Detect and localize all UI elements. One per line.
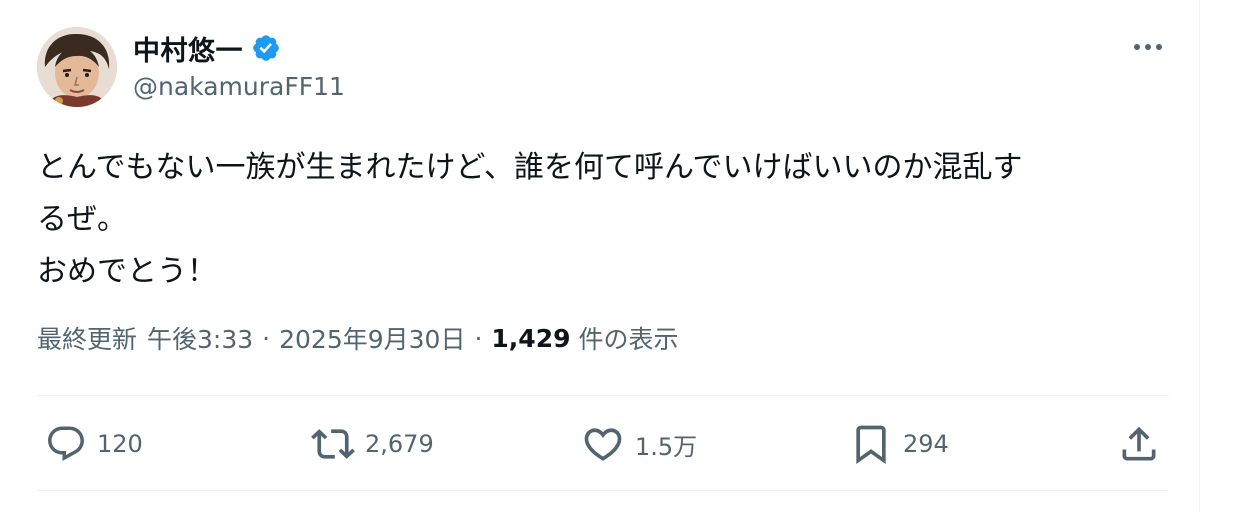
verified-badge-icon xyxy=(253,35,279,61)
retweet-count: 2,679 xyxy=(365,430,434,458)
tweet-date[interactable]: 2025年9月30日 xyxy=(279,320,465,356)
avatar[interactable] xyxy=(37,27,117,107)
views-label: 件の表示 xyxy=(578,325,679,354)
reply-count: 120 xyxy=(97,430,143,458)
display-name[interactable]: 中村悠一 xyxy=(133,29,243,68)
more-options-button[interactable] xyxy=(1130,32,1166,62)
like-count: 1.5万 xyxy=(635,432,698,461)
more-options-icon xyxy=(1134,44,1162,50)
divider xyxy=(37,490,1169,491)
updated-label: 最終更新 xyxy=(37,325,138,354)
heart-icon xyxy=(584,428,622,461)
reply-icon xyxy=(48,426,84,461)
bookmark-icon xyxy=(856,425,886,465)
action-bar: 120 2,679 1.5万 294 xyxy=(37,418,1169,470)
tweet-text: とんでもない一族が生まれたけど、誰を何て呼んでいけばいいのか混乱す るぜ。 おめ… xyxy=(37,150,1023,289)
tweet-meta: 最終更新 午後3:33 · 2025年9月30日 · 1,429 件の表示 xyxy=(37,320,679,356)
share-button[interactable] xyxy=(1117,418,1161,470)
like-button[interactable]: 1.5万 xyxy=(581,418,697,470)
divider xyxy=(37,395,1169,396)
reply-button[interactable]: 120 xyxy=(45,418,143,470)
bookmark-button[interactable]: 294 xyxy=(849,418,949,470)
meta-separator: · xyxy=(474,323,483,353)
retweet-button[interactable]: 2,679 xyxy=(311,418,434,470)
tweet-time[interactable]: 午後3:33 xyxy=(147,320,253,356)
retweet-icon xyxy=(311,429,355,459)
meta-separator: · xyxy=(262,323,271,353)
tweet-card: 中村悠一 @nakamuraFF11 とんでもない一族が生まれたけど、誰を何て呼… xyxy=(0,0,1200,512)
avatar-illustration-icon xyxy=(37,27,117,107)
bookmark-count: 294 xyxy=(903,430,949,458)
author-handle[interactable]: @nakamuraFF11 xyxy=(133,72,345,101)
share-icon xyxy=(1122,426,1156,461)
author-name-row[interactable]: 中村悠一 xyxy=(133,28,281,68)
views-count[interactable]: 1,429 xyxy=(491,324,570,353)
